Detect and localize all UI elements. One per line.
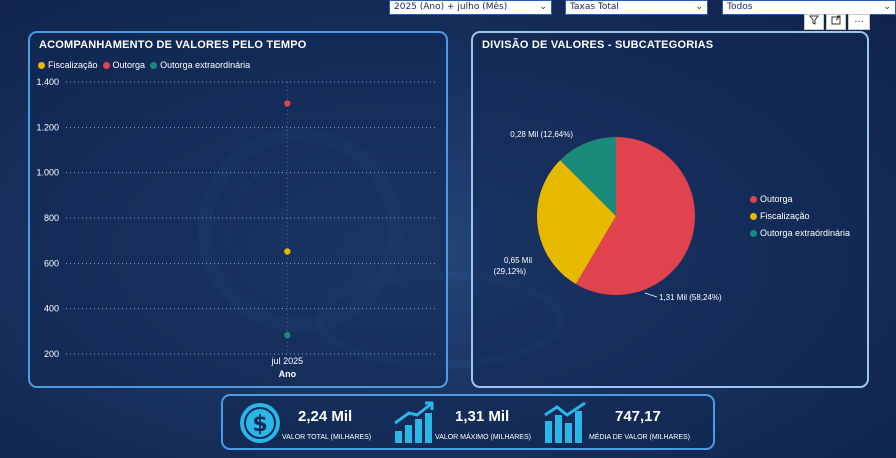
- legend-dot: [750, 195, 757, 203]
- pie-card: DIVISÃO DE VALORES - SUBCATEGORIAS 0,28 …: [471, 31, 869, 388]
- kpi-avg-value: 747,17: [615, 408, 661, 425]
- kpi-total-label: VALOR TOTAL (MILHARES): [282, 434, 372, 441]
- legend-dot: [750, 229, 757, 237]
- y-tick-label: 400: [44, 304, 59, 314]
- timeline-card: ACOMPANHAMENTO DE VALORES PELO TEMPO Fis…: [28, 31, 448, 388]
- legend-label: Outorga: [760, 194, 793, 204]
- pie-legend-item-fiscalizacao[interactable]: Fiscalização: [750, 211, 850, 221]
- kpi-avg-label: MÉDIA DE VALOR (MILHARES): [589, 434, 691, 441]
- tax-slicer[interactable]: Taxas Total ⌄: [565, 0, 708, 15]
- legend-label: Fiscalização: [760, 211, 810, 221]
- pie-data-label: 0,28 Mil (12,64%): [510, 130, 573, 139]
- kpi-total: $ 2,24 Mil VALOR TOTAL (MILHARES): [223, 396, 393, 448]
- chevron-down-icon[interactable]: ⌄: [883, 1, 891, 14]
- svg-text:$: $: [252, 412, 267, 437]
- pie-legend-item-outorga[interactable]: Outorga: [750, 194, 850, 204]
- more-options-button[interactable]: ···: [848, 14, 870, 30]
- pie-label-leader: [644, 292, 658, 298]
- kpi-max-label: VALOR MÁXIMO (MILHARES): [435, 434, 531, 441]
- filter-icon[interactable]: [804, 14, 824, 30]
- data-point[interactable]: [284, 331, 291, 339]
- all-slicer-value: Todos: [727, 2, 753, 12]
- y-tick-label: 1.400: [36, 77, 59, 87]
- kpi-avg: 747,17 MÉDIA DE VALOR (MILHARES): [543, 396, 713, 448]
- x-axis-label: Ano: [279, 369, 297, 379]
- period-slicer[interactable]: 2025 (Ano) + julho (Mês) ⌄: [389, 0, 552, 15]
- data-point[interactable]: [284, 100, 291, 107]
- trend-bars-icon: [544, 401, 586, 443]
- period-slicer-value: 2025 (Ano) + julho (Mês): [394, 2, 508, 12]
- pie-data-label: (29,12%): [494, 267, 527, 276]
- focus-mode-icon[interactable]: [826, 14, 846, 30]
- kpi-total-value: 2,24 Mil: [298, 408, 353, 425]
- pie-legend: Outorga Fiscalização Outorga extraórdiná…: [750, 194, 850, 245]
- dollar-coin-icon: $: [240, 403, 280, 443]
- data-point[interactable]: [284, 248, 291, 255]
- chevron-down-icon[interactable]: ⌄: [695, 1, 703, 14]
- x-tick-label: jul 2025: [271, 356, 304, 366]
- tax-slicer-value: Taxas Total: [570, 2, 619, 12]
- y-tick-label: 1.200: [36, 122, 59, 132]
- all-slicer[interactable]: Todos ⌄: [722, 0, 896, 15]
- y-tick-label: 200: [44, 349, 59, 359]
- timeline-chart: 200 400 600 800 1.000 1.200 1.400 jul 2025 Ano: [36, 77, 438, 379]
- legend-dot: [750, 212, 757, 220]
- kpi-max: 1,31 Mil VALOR MÁXIMO (MILHARES): [393, 396, 548, 448]
- kpi-max-value: 1,31 Mil: [455, 408, 510, 425]
- y-tick-label: 1.000: [36, 168, 59, 178]
- legend-label: Outorga extraórdinária: [760, 228, 851, 238]
- pie-data-label: 1,31 Mil (58,24%): [659, 293, 722, 302]
- growth-bars-icon: [394, 401, 434, 443]
- y-tick-label: 600: [44, 258, 59, 268]
- kpi-bar: $ 2,24 Mil VALOR TOTAL (MILHARES) 1,31 M…: [221, 394, 715, 450]
- pie-legend-item-outorga-extraordinaria[interactable]: Outorga extraórdinária: [750, 228, 850, 238]
- chevron-down-icon[interactable]: ⌄: [539, 1, 547, 14]
- y-tick-label: 800: [44, 213, 59, 223]
- pie-data-label: 0,65 Mil: [504, 256, 532, 265]
